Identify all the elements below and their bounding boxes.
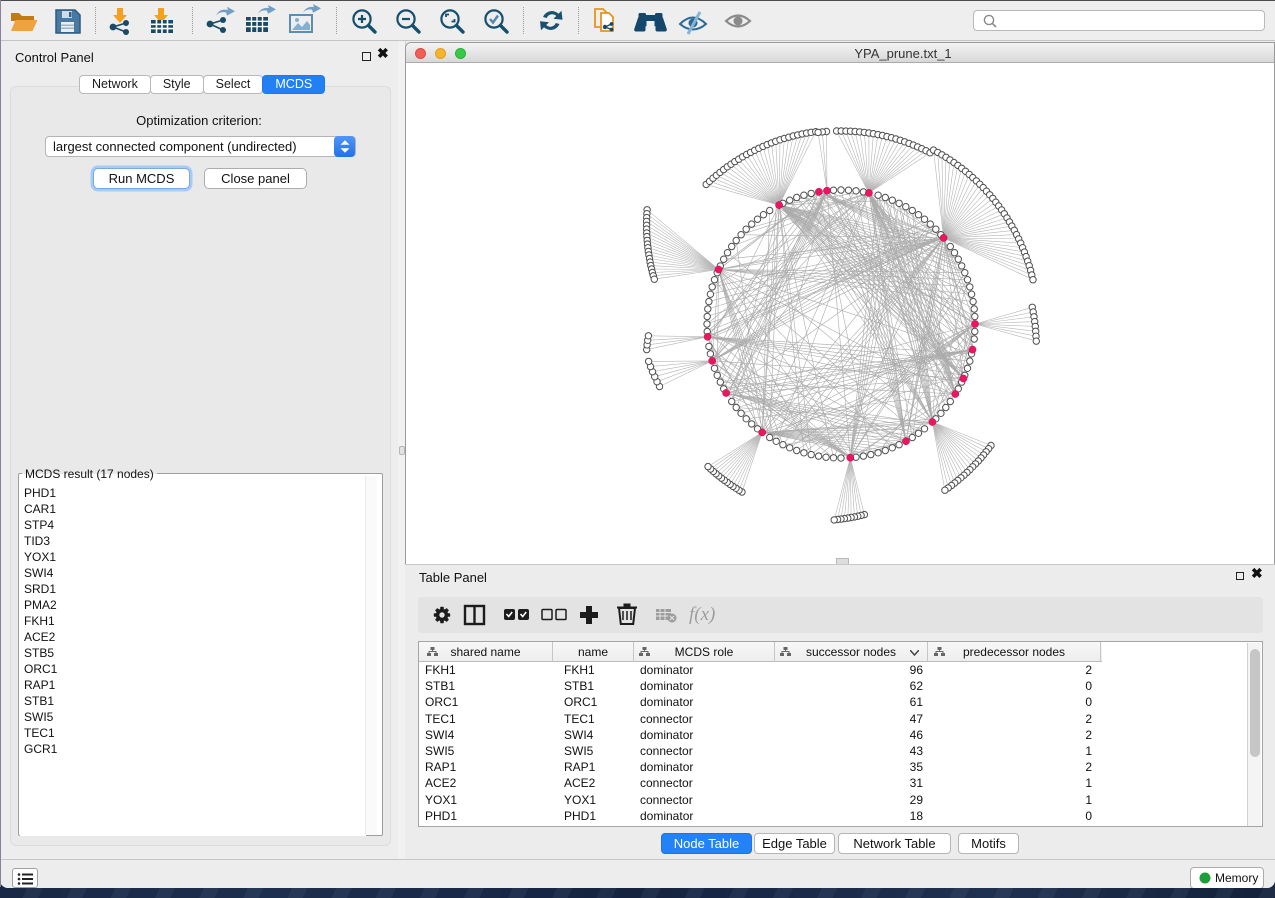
svg-text:f(x): f(x) — [689, 604, 715, 625]
